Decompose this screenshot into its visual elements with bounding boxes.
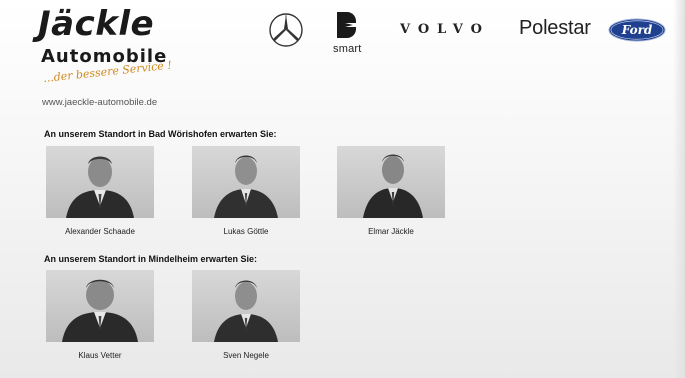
section-title-bad-woerishofen: An unserem Standort in Bad Wörishofen er… xyxy=(44,129,277,139)
smart-wordmark: smart xyxy=(333,43,362,55)
person-name: Sven Negele xyxy=(223,351,269,360)
mercedes-star-icon xyxy=(269,13,303,47)
person-photo xyxy=(337,146,445,218)
person-name: Alexander Schaade xyxy=(65,227,135,236)
person-photo xyxy=(46,146,154,218)
ford-wordmark: Ford xyxy=(621,23,653,37)
volvo-logo: VOLVO xyxy=(400,22,490,37)
person-name: Elmar Jäckle xyxy=(368,227,414,236)
person-name: Klaus Vetter xyxy=(78,351,122,360)
smart-logo: smart xyxy=(333,10,373,56)
section-title-mindelheim: An unserem Standort in Mindelheim erwart… xyxy=(44,254,258,264)
ford-oval-icon: Ford xyxy=(608,18,666,42)
right-edge-shade xyxy=(673,0,685,378)
brand-name: Jäckle xyxy=(38,4,155,44)
ford-logo: Ford xyxy=(608,18,666,42)
person-photo xyxy=(192,270,300,342)
mercedes-logo xyxy=(268,12,304,48)
person-photo xyxy=(46,270,154,342)
person-name: Lukas Göttle xyxy=(223,227,269,236)
smart-mark-icon xyxy=(337,12,356,38)
person-photo xyxy=(192,146,300,218)
brand-block[interactable]: Jäckle Automobile ...der bessere Service… xyxy=(38,6,208,112)
brand-url[interactable]: www.jaeckle-automobile.de xyxy=(42,97,157,108)
polestar-logo: Polestar xyxy=(519,17,591,39)
